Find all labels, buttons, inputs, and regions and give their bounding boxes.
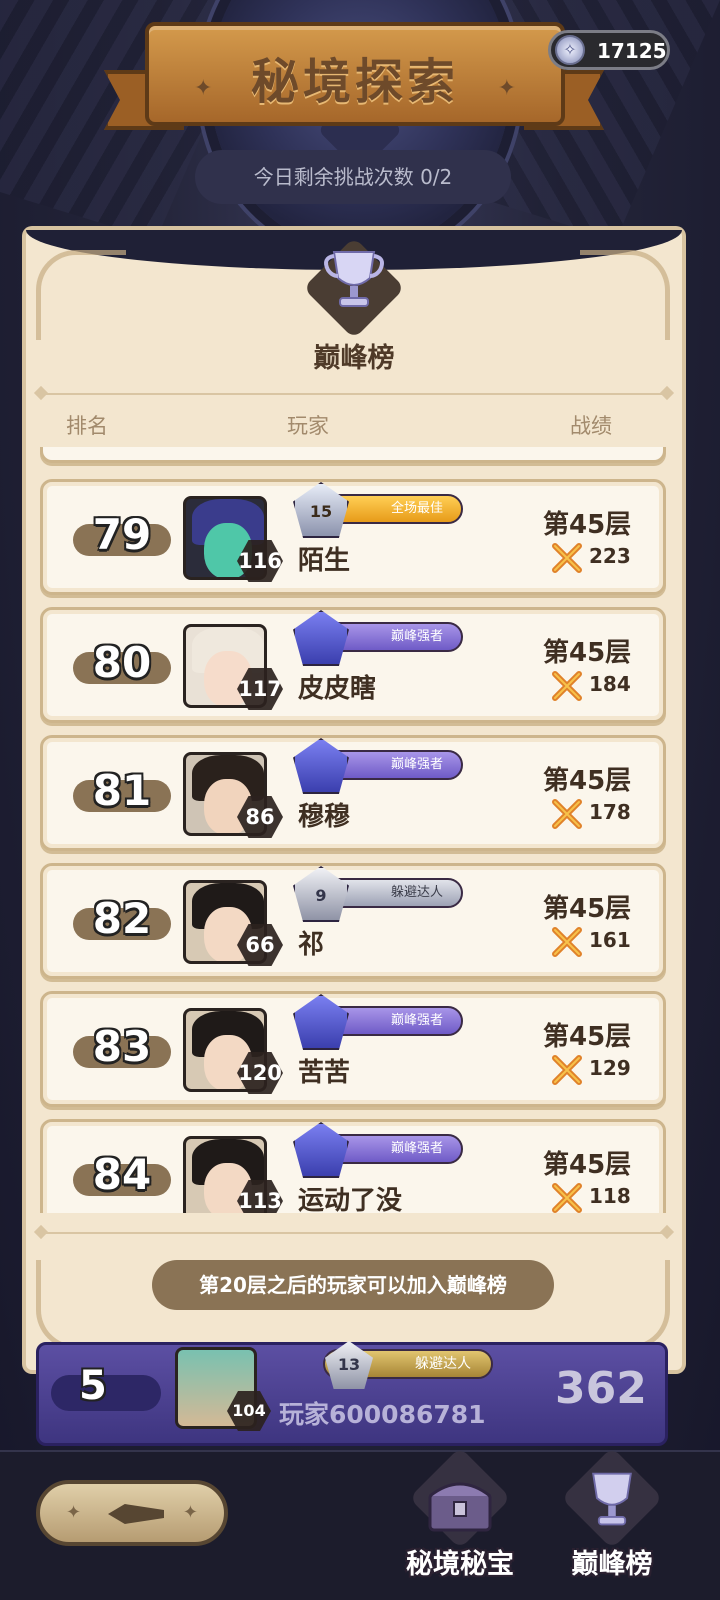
column-header-rank: 排名 <box>66 414 108 438</box>
player-name: 玩家600086781 <box>279 1400 486 1429</box>
nav-label: 巅峰榜 <box>571 1549 653 1580</box>
crossed-swords-icon <box>552 671 582 701</box>
floor-record: 第45层 <box>543 766 632 796</box>
table-row[interactable]: 83 120 巅峰强者 苦苦 第45层 129 <box>40 991 666 1107</box>
rank-emblem-icon <box>293 610 349 666</box>
nav-label: 秘境秘宝 <box>406 1549 514 1580</box>
currency-amount: 17125 <box>597 39 667 63</box>
divider <box>40 393 668 395</box>
crossed-swords-icon <box>552 543 582 573</box>
table-row[interactable]: 84 113 巅峰强者 运动了没 第45层 118 <box>40 1119 666 1213</box>
crossed-swords-icon <box>552 1055 582 1085</box>
rank-emblem-icon <box>293 738 349 794</box>
table-row[interactable]: 79 116 全场最佳 15 陌生 第45层 223 <box>40 479 666 595</box>
rank-emblem-icon: 9 <box>293 866 349 922</box>
corner-ornament <box>36 1260 126 1350</box>
floor-record: 第45层 <box>543 510 632 540</box>
gem-currency-icon: ✧ <box>555 35 585 65</box>
crossed-swords-icon <box>552 1183 582 1213</box>
floor-record: 第45层 <box>543 1022 632 1052</box>
table-row[interactable]: 80 117 巅峰强者 皮皮瞎 第45层 184 <box>40 607 666 723</box>
floor-record: 第45层 <box>543 1150 632 1180</box>
crossed-swords-icon <box>552 799 582 829</box>
battle-score: 129 <box>589 1056 631 1080</box>
sparkle-icon: ✦ <box>182 1502 198 1523</box>
my-score: 362 <box>555 1363 647 1414</box>
crossed-swords-icon <box>552 927 582 957</box>
rank-number: 82 <box>92 894 152 943</box>
player-name: 苦苦 <box>298 1058 351 1088</box>
battle-score: 178 <box>589 800 631 824</box>
title-banner: ✦ 秘境探索 ✦ <box>145 22 565 126</box>
rank-emblem-icon: 15 <box>293 482 349 538</box>
corner-ornament <box>580 250 670 340</box>
nav-leaderboard[interactable]: 巅峰榜 <box>542 1447 682 1592</box>
corner-ornament <box>580 1260 670 1350</box>
rank-number: 80 <box>92 638 152 687</box>
my-rank-number: 5 <box>79 1363 107 1409</box>
rank-number: 81 <box>92 766 152 815</box>
battle-score: 118 <box>589 1184 631 1208</box>
rank-number: 79 <box>92 510 152 559</box>
join-requirement-notice: 第20层之后的玩家可以加入巅峰榜 <box>152 1260 554 1310</box>
player-name: 皮皮瞎 <box>298 674 377 704</box>
table-row[interactable]: 81 86 巅峰强者 穆穆 第45层 178 <box>40 735 666 851</box>
rank-emblem-icon <box>293 1122 349 1178</box>
currency-display[interactable]: ✧ 17125 <box>548 30 670 70</box>
battle-score: 184 <box>589 672 631 696</box>
remaining-attempts: 今日剩余挑战次数 0/2 <box>195 150 511 204</box>
player-name: 陌生 <box>298 546 351 576</box>
table-row[interactable]: 82 66 躲避达人 9 祁 第45层 161 <box>40 863 666 979</box>
sparkle-icon: ✦ <box>66 1502 82 1523</box>
rank-number: 83 <box>92 1022 152 1071</box>
leaderboard-heading: 巅峰榜 <box>313 343 395 374</box>
battle-score: 223 <box>589 544 631 568</box>
rank-emblem-icon <box>293 994 349 1050</box>
trophy-icon <box>324 251 384 307</box>
floor-record: 第45层 <box>543 638 632 668</box>
nav-treasure[interactable]: 秘境秘宝 <box>390 1447 530 1592</box>
floor-record: 第45层 <box>543 894 632 924</box>
player-name: 穆穆 <box>298 802 351 832</box>
trophy-icon <box>592 1472 632 1526</box>
sparkle-icon: ✦ <box>497 76 516 101</box>
column-header-record: 战绩 <box>570 414 612 438</box>
back-button[interactable]: ✦ ✦ <box>36 1480 228 1546</box>
column-header-player: 玩家 <box>287 414 329 438</box>
player-name: 祁 <box>298 930 325 960</box>
rank-number: 84 <box>92 1150 152 1199</box>
treasure-chest-icon <box>428 1482 492 1532</box>
back-arrow-icon <box>108 1504 164 1524</box>
corner-ornament <box>36 250 126 340</box>
player-name: 运动了没 <box>298 1186 403 1213</box>
table-row-partial <box>40 447 666 463</box>
battle-score: 161 <box>589 928 631 952</box>
my-rank-bar[interactable]: 5 104 躲避达人 13 玩家600086781 362 <box>36 1341 668 1446</box>
divider <box>40 1232 668 1234</box>
leaderboard-list[interactable]: 79 116 全场最佳 15 陌生 第45层 223 80 117 巅峰强者 皮… <box>38 447 670 1213</box>
